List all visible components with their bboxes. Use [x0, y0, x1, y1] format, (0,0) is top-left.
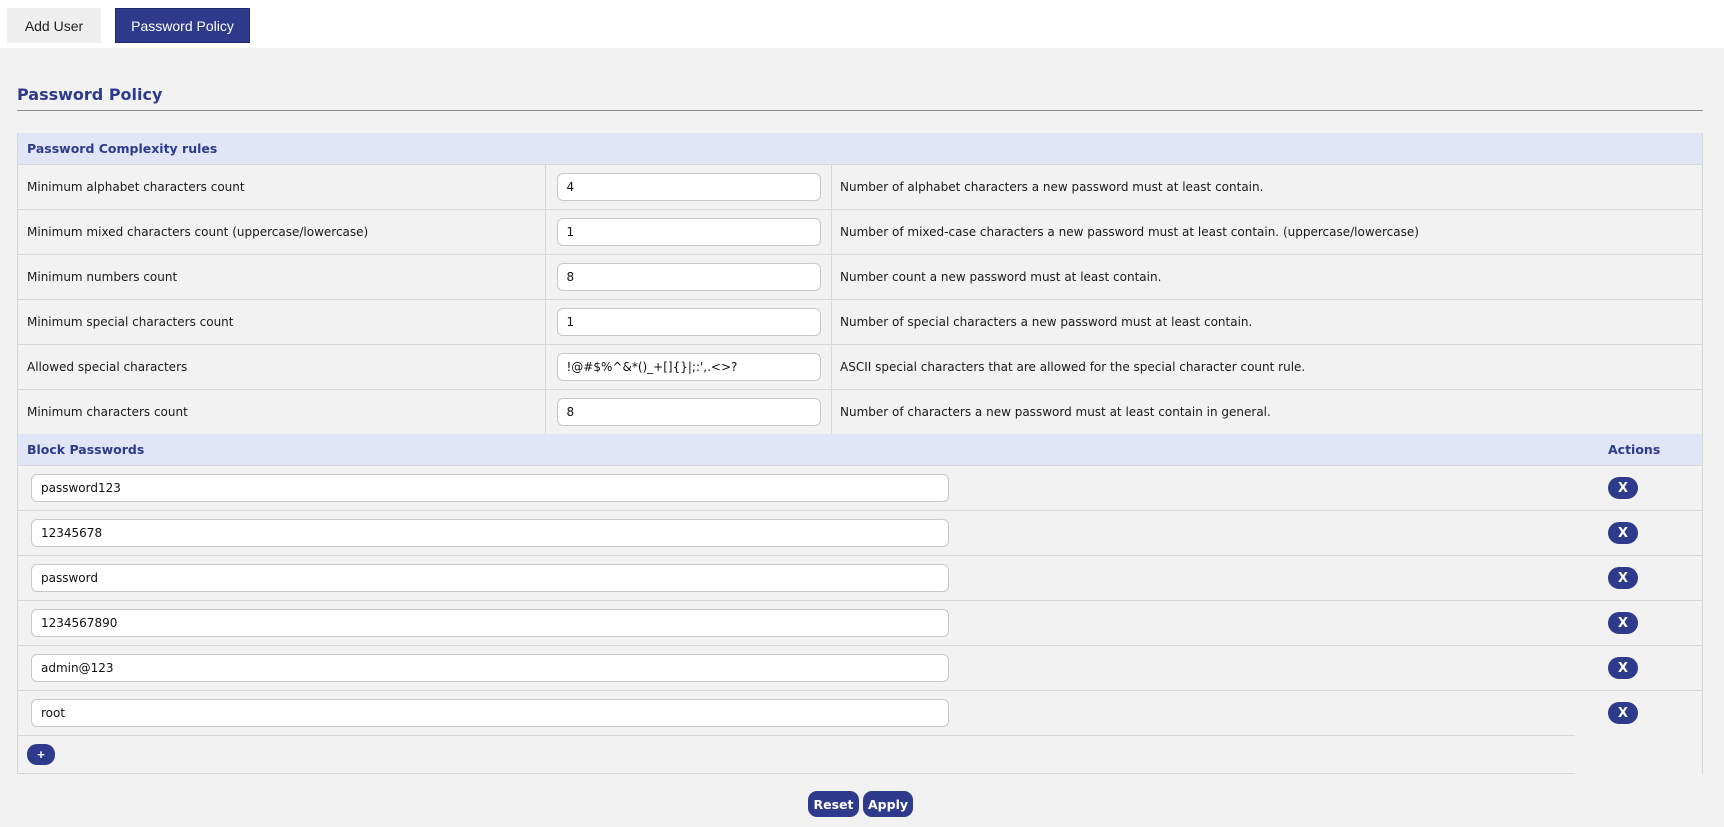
actions-column-header: Actions — [1608, 442, 1661, 457]
rule-input-cell — [546, 390, 832, 434]
min-characters-input[interactable] — [556, 398, 821, 426]
rule-input-cell — [546, 300, 832, 344]
delete-blocked-password-button[interactable]: X — [1608, 702, 1638, 724]
tab-bar: Add User Password Policy — [0, 0, 1724, 48]
rule-label: Minimum special characters count — [18, 300, 546, 344]
blocked-password-input[interactable] — [31, 519, 949, 547]
rule-label: Minimum numbers count — [18, 255, 546, 299]
rule-row-allowed-special: Allowed special characters ASCII special… — [18, 344, 1702, 389]
min-mixed-input[interactable] — [556, 218, 821, 246]
tab-password-policy[interactable]: Password Policy — [115, 8, 250, 43]
tab-add-user[interactable]: Add User — [7, 8, 101, 43]
min-alphabet-input[interactable] — [556, 173, 821, 201]
add-row: + — [18, 735, 1575, 774]
delete-blocked-password-button[interactable]: X — [1608, 477, 1638, 499]
rule-row-min-characters: Minimum characters count Number of chara… — [18, 389, 1702, 434]
rule-label: Allowed special characters — [18, 345, 546, 389]
allowed-special-input[interactable] — [556, 353, 821, 381]
rule-description: Number of special characters a new passw… — [840, 315, 1253, 329]
add-blocked-password-button[interactable]: + — [27, 744, 55, 765]
blocked-password-input[interactable] — [31, 699, 949, 727]
rule-description: Number of alphabet characters a new pass… — [840, 180, 1264, 194]
blocked-password-input[interactable] — [31, 609, 949, 637]
blocked-password-row: X — [18, 600, 1702, 645]
reset-button[interactable]: Reset — [808, 791, 859, 817]
complexity-section-header: Password Complexity rules — [18, 133, 1702, 164]
rule-label: Minimum characters count — [18, 390, 546, 434]
blocked-password-row: X — [18, 465, 1702, 510]
rule-description: ASCII special characters that are allowe… — [840, 360, 1306, 374]
complexity-section-title: Password Complexity rules — [27, 141, 218, 156]
blocked-password-input[interactable] — [31, 564, 949, 592]
block-section-title: Block Passwords — [27, 442, 145, 457]
rule-input-cell — [546, 255, 832, 299]
apply-button[interactable]: Apply — [863, 791, 913, 817]
min-numbers-input[interactable] — [556, 263, 821, 291]
min-special-input[interactable] — [556, 308, 821, 336]
rule-description: Number count a new password must at leas… — [840, 270, 1162, 284]
rule-input-cell — [546, 165, 832, 209]
blocked-password-row: X — [18, 645, 1702, 690]
blocked-password-row: X — [18, 690, 1702, 735]
policy-panel: Password Complexity rules Minimum alphab… — [17, 133, 1703, 774]
rule-label: Minimum alphabet characters count — [18, 165, 546, 209]
page-title: Password Policy — [17, 85, 163, 104]
delete-blocked-password-button[interactable]: X — [1608, 522, 1638, 544]
blocked-password-input[interactable] — [31, 654, 949, 682]
block-section-header: Block Passwords Actions — [18, 434, 1702, 465]
blocked-password-row: X — [18, 555, 1702, 600]
rule-description: Number of mixed-case characters a new pa… — [840, 225, 1419, 239]
rule-input-cell — [546, 210, 832, 254]
rule-label: Minimum mixed characters count (uppercas… — [18, 210, 546, 254]
rule-row-min-alphabet: Minimum alphabet characters count Number… — [18, 164, 1702, 209]
main-content: Password Policy Password Complexity rule… — [0, 48, 1724, 827]
delete-blocked-password-button[interactable]: X — [1608, 657, 1638, 679]
rule-row-min-numbers: Minimum numbers count Number count a new… — [18, 254, 1702, 299]
blocked-password-row: X — [18, 510, 1702, 555]
blocked-password-input[interactable] — [31, 474, 949, 502]
rule-description: Number of characters a new password must… — [840, 405, 1271, 419]
rule-input-cell — [546, 345, 832, 389]
rule-row-min-mixed: Minimum mixed characters count (uppercas… — [18, 209, 1702, 254]
delete-blocked-password-button[interactable]: X — [1608, 612, 1638, 634]
delete-blocked-password-button[interactable]: X — [1608, 567, 1638, 589]
title-divider — [17, 110, 1703, 111]
rule-row-min-special: Minimum special characters count Number … — [18, 299, 1702, 344]
